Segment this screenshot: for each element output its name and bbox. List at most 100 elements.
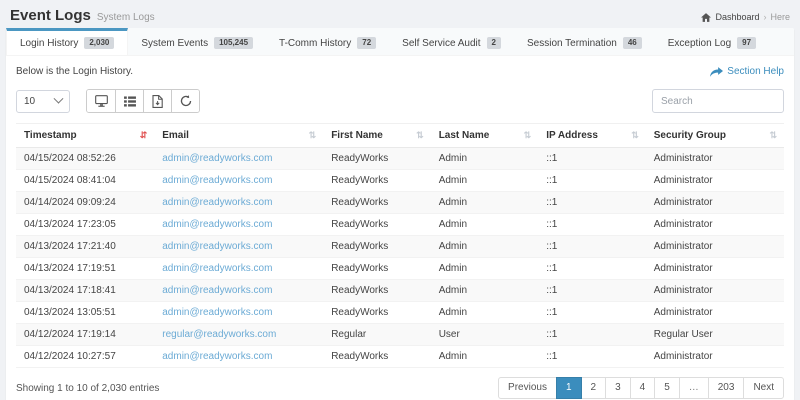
card-body: Below is the Login History. Section Help… (6, 56, 794, 400)
cell-first-name: ReadyWorks (323, 169, 431, 192)
cell-security-group: Administrator (645, 235, 784, 258)
cell-timestamp: 04/15/2024 08:52:26 (16, 147, 155, 170)
refresh-button[interactable] (171, 90, 199, 112)
tab-self-service-audit[interactable]: Self Service Audit 2 (389, 28, 514, 55)
tab-system-events[interactable]: System Events 105,245 (128, 28, 266, 55)
pagination-page-5[interactable]: 5 (654, 377, 680, 399)
cell-timestamp: 04/13/2024 13:05:51 (16, 301, 155, 324)
cell-email: regular@readyworks.com (154, 323, 324, 346)
column-header-inner: Security Group ⇅ (653, 130, 777, 141)
cell-first-name: ReadyWorks (323, 279, 431, 302)
chevron-down-icon (53, 93, 64, 104)
table-row: 04/13/2024 17:21:40 admin@readyworks.com R… (16, 235, 784, 258)
pagination-page-3[interactable]: 3 (605, 377, 631, 399)
table-row: 04/12/2024 17:19:14 regular@readyworks.co… (16, 323, 784, 346)
column-label: Security Group (653, 130, 726, 141)
email-link[interactable]: admin@readyworks.com (162, 153, 272, 164)
column-header-timestamp[interactable]: Timestamp ⇵ (16, 123, 155, 148)
home-icon (701, 12, 712, 22)
cell-ip-address: ::1 (538, 235, 646, 258)
email-link[interactable]: admin@readyworks.com (162, 263, 272, 274)
cell-timestamp: 04/13/2024 17:21:40 (16, 235, 155, 258)
tab-login-history[interactable]: Login History 2,030 (6, 28, 129, 55)
email-link[interactable]: admin@readyworks.com (162, 351, 272, 362)
tab-t-comm-history[interactable]: T-Comm History 72 (266, 28, 389, 55)
sort-icon: ⇅ (308, 130, 316, 140)
breadcrumb-separator: › (763, 12, 767, 22)
tab-label: Session Termination (526, 37, 617, 49)
cell-first-name: ReadyWorks (323, 147, 431, 170)
display-view-button[interactable] (87, 90, 115, 112)
cell-first-name: ReadyWorks (323, 235, 431, 258)
pagination-page-2[interactable]: 2 (580, 377, 607, 399)
column-header-email[interactable]: Email ⇅ (154, 123, 324, 148)
cell-ip-address: ::1 (538, 301, 646, 324)
cell-email: admin@readyworks.com (154, 279, 324, 302)
breadcrumb: Dashboard › Here (701, 12, 790, 24)
column-header-last-name[interactable]: Last Name ⇅ (430, 123, 539, 148)
email-link[interactable]: admin@readyworks.com (162, 219, 272, 230)
tab-label: T-Comm History (279, 37, 352, 49)
tab-bar: Login History 2,030 System Events 105,245 T-… (6, 28, 794, 56)
tab-session-termination[interactable]: Session Termination 46 (514, 28, 655, 55)
section-description: Below is the Login History. (16, 66, 134, 77)
cell-last-name: Admin (430, 345, 539, 368)
pagination-page-1[interactable]: 1 (555, 377, 582, 399)
email-link[interactable]: admin@readyworks.com (162, 285, 272, 296)
cell-ip-address: ::1 (538, 213, 646, 236)
table-row: 04/15/2024 08:52:26 admin@readyworks.com R… (16, 147, 784, 170)
cell-security-group: Administrator (645, 345, 784, 368)
page-length-select[interactable]: 10 (16, 89, 70, 113)
cell-ip-address: ::1 (538, 169, 646, 192)
pagination-page-203[interactable]: 203 (707, 377, 745, 399)
email-link[interactable]: admin@readyworks.com (162, 241, 272, 252)
refresh-icon (180, 95, 191, 107)
email-link[interactable]: admin@readyworks.com (162, 197, 272, 208)
table-row: 04/13/2024 17:23:05 admin@readyworks.com R… (16, 213, 784, 236)
cell-last-name: Admin (430, 147, 539, 170)
column-header-ip-address[interactable]: IP Address ⇅ (538, 123, 646, 148)
email-link[interactable]: regular@readyworks.com (162, 329, 276, 340)
tab-label: System Events (141, 37, 209, 49)
export-file-button[interactable] (143, 90, 171, 112)
table-header-row: Timestamp ⇵ Email ⇅ First Name ⇅ Last Name ⇅ IP … (16, 123, 784, 148)
email-link[interactable]: admin@readyworks.com (162, 175, 272, 186)
pagination-page-4[interactable]: 4 (629, 377, 656, 399)
breadcrumb-dashboard[interactable]: Dashboard (715, 12, 759, 22)
cell-email: admin@readyworks.com (154, 169, 324, 192)
pagination-ellipsis: … (678, 377, 709, 399)
page-length-value: 10 (24, 95, 36, 107)
column-label: Email (162, 130, 189, 141)
cell-email: admin@readyworks.com (154, 213, 324, 236)
cell-timestamp: 04/14/2024 09:09:24 (16, 191, 155, 214)
sort-icon: ⇅ (416, 130, 423, 140)
login-history-table: Timestamp ⇵ Email ⇅ First Name ⇅ Last Name ⇅ IP … (16, 123, 784, 368)
cell-last-name: Admin (430, 279, 539, 302)
cell-security-group: Administrator (645, 301, 784, 324)
cell-email: admin@readyworks.com (154, 191, 324, 214)
column-header-inner: IP Address ⇅ (546, 130, 638, 141)
monitor-icon (94, 95, 108, 107)
column-header-security-group[interactable]: Security Group ⇅ (645, 123, 784, 148)
tab-exception-log[interactable]: Exception Log 97 (655, 28, 769, 55)
section-help-label: Section Help (727, 66, 784, 77)
content-header: Event Logs System Logs Dashboard › Here (0, 0, 800, 28)
cell-ip-address: ::1 (538, 323, 646, 346)
email-link[interactable]: admin@readyworks.com (162, 307, 272, 318)
cell-email: admin@readyworks.com (154, 345, 324, 368)
pagination-previous[interactable]: Previous (498, 377, 557, 399)
column-header-inner: Email ⇅ (162, 130, 316, 141)
cell-ip-address: ::1 (538, 279, 646, 302)
tab-label: Login History (20, 37, 79, 49)
column-header-first-name[interactable]: First Name ⇅ (323, 123, 431, 148)
pagination-next[interactable]: Next (743, 377, 784, 399)
table-body: 04/15/2024 08:52:26 admin@readyworks.com R… (16, 147, 784, 368)
column-list-button[interactable] (115, 90, 143, 112)
search-input[interactable] (652, 89, 784, 113)
tab-label: Self Service Audit (402, 37, 481, 49)
tab-badge: 72 (357, 37, 377, 49)
entries-summary: Showing 1 to 10 of 2,030 entries (16, 382, 160, 394)
cell-security-group: Administrator (645, 213, 784, 236)
sort-icon: ⇅ (769, 130, 776, 140)
section-help-link[interactable]: Section Help (710, 66, 784, 77)
